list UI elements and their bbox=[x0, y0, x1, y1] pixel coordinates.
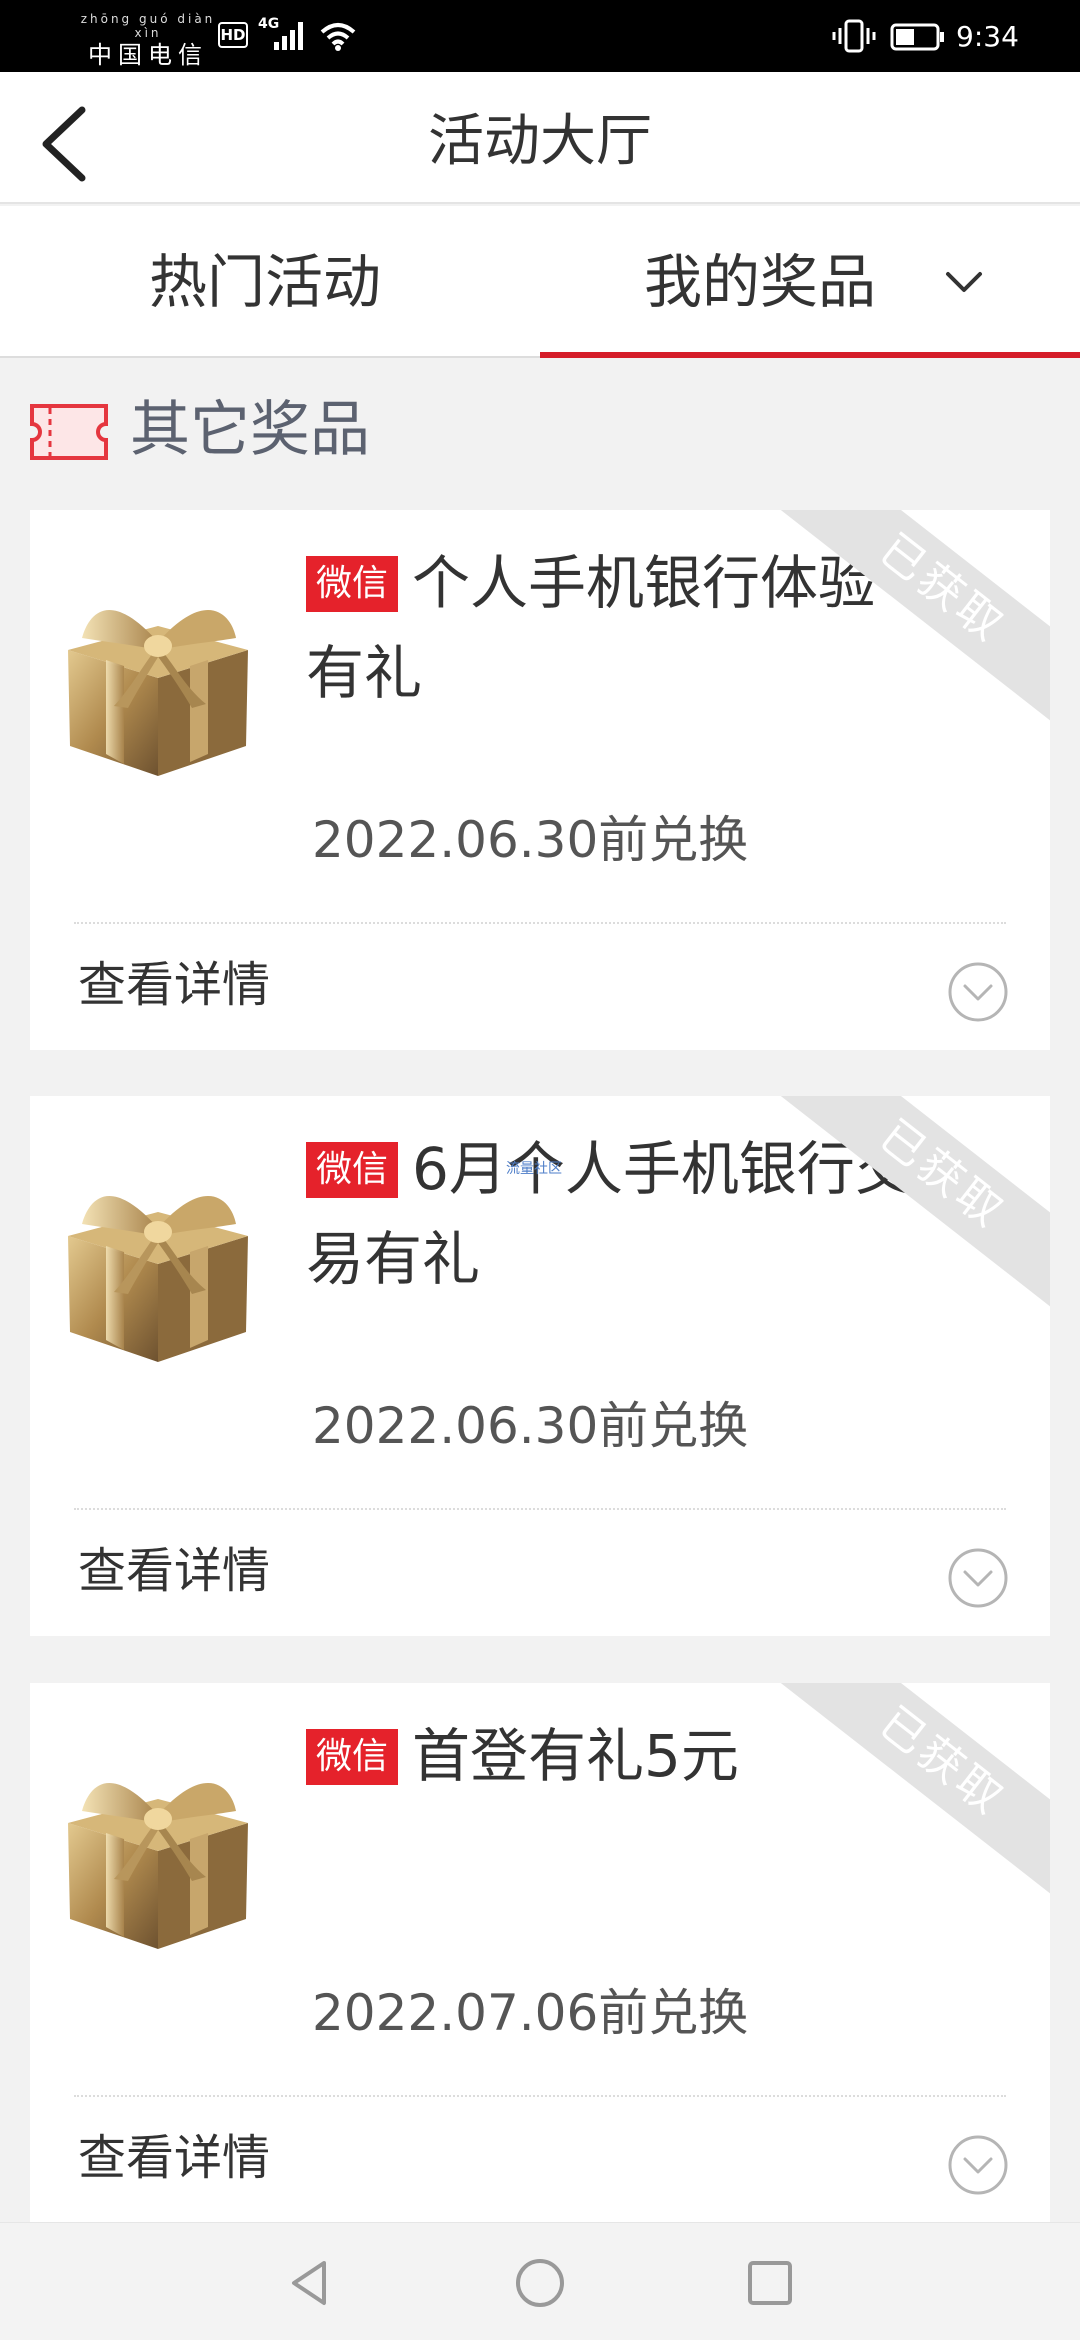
tab-my-prizes[interactable]: 我的奖品 bbox=[540, 206, 1080, 358]
battery-icon bbox=[890, 23, 944, 51]
section-header: 其它奖品 bbox=[0, 386, 1080, 476]
view-details-button[interactable]: 查看详情 bbox=[30, 924, 1050, 1050]
gift-box-image bbox=[68, 1195, 248, 1362]
hd-badge: HD bbox=[218, 22, 248, 48]
carrier: zhōng guó diàn xìn 中国电信 bbox=[78, 12, 218, 70]
view-details-button[interactable]: 查看详情 bbox=[30, 1510, 1050, 1636]
tab-bar: 热门活动 我的奖品 bbox=[0, 206, 1080, 358]
system-nav-bar bbox=[0, 2222, 1080, 2340]
expand-circle-icon[interactable] bbox=[946, 960, 1010, 1024]
carrier-pinyin: zhōng guó diàn xìn bbox=[80, 12, 216, 40]
signal-icon bbox=[274, 22, 303, 50]
vibrate-icon bbox=[832, 19, 876, 53]
gift-box-image bbox=[68, 1782, 248, 1949]
tab-my-prizes-label: 我的奖品 bbox=[644, 248, 877, 316]
view-details-label: 查看详情 bbox=[78, 957, 271, 1013]
nav-back-icon[interactable] bbox=[280, 2253, 340, 2313]
view-details-label: 查看详情 bbox=[78, 2130, 271, 2186]
prize-card: 微信 首登有礼5元 2022.07.06前兑换 已获取 查看详情 bbox=[30, 1683, 1050, 2223]
ticket-icon bbox=[30, 404, 108, 460]
wechat-tag: 微信 bbox=[306, 1142, 399, 1198]
prize-card: 微信 个人手机银行体验有礼 2022.06.30前兑换 已获取 查看详情 bbox=[30, 510, 1050, 1050]
view-details-label: 查看详情 bbox=[78, 1543, 271, 1599]
prize-expiry: 2022.06.30前兑换 bbox=[312, 811, 749, 869]
prize-expiry: 2022.06.30前兑换 bbox=[312, 1397, 749, 1455]
chevron-down-icon[interactable] bbox=[942, 264, 986, 300]
expand-circle-icon[interactable] bbox=[946, 1546, 1010, 1610]
page-title: 活动大厅 bbox=[428, 109, 652, 174]
section-title: 其它奖品 bbox=[130, 395, 370, 465]
wechat-tag: 微信 bbox=[306, 556, 399, 612]
active-tab-indicator bbox=[540, 352, 1080, 358]
prize-title-area: 微信 个人手机银行体验有礼 bbox=[306, 538, 926, 718]
status-bar: zhōng guó diàn xìn 中国电信 HD 4G 9:34 bbox=[0, 0, 1080, 72]
app-header: 活动大厅 bbox=[0, 72, 1080, 204]
wifi-icon bbox=[320, 23, 356, 51]
view-details-button[interactable]: 查看详情 bbox=[30, 2097, 1050, 2223]
carrier-name: 中国电信 bbox=[88, 41, 208, 69]
gift-box-image bbox=[68, 609, 248, 776]
watermark: 流量社区 bbox=[506, 1161, 562, 1177]
prize-expiry: 2022.07.06前兑换 bbox=[312, 1984, 749, 2042]
nav-recent-icon[interactable] bbox=[740, 2253, 800, 2313]
nav-home-icon[interactable] bbox=[510, 2253, 570, 2313]
tab-hot-activities[interactable]: 热门活动 bbox=[0, 206, 540, 358]
clock: 9:34 bbox=[956, 20, 1019, 53]
wechat-tag: 微信 bbox=[306, 1729, 399, 1785]
prize-title: 首登有礼5元 bbox=[412, 1722, 739, 1790]
prize-title-area: 微信 6月个人手机银行交易有礼 bbox=[306, 1124, 926, 1304]
expand-circle-icon[interactable] bbox=[946, 2133, 1010, 2197]
